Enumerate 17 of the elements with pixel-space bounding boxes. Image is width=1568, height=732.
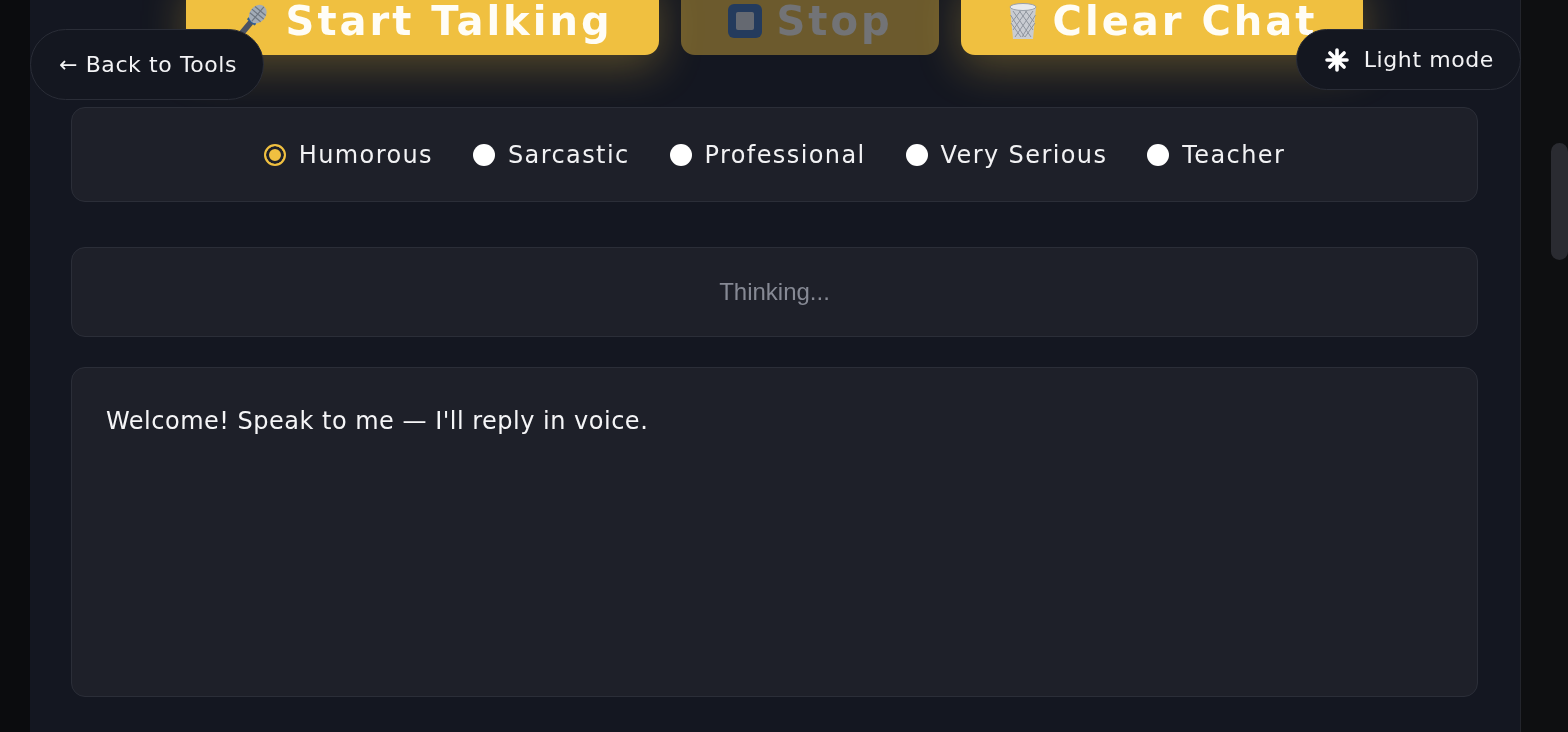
back-to-tools-button[interactable]: ← Back to Tools: [30, 29, 265, 100]
wastebasket-icon: [1006, 0, 1039, 41]
tone-option[interactable]: Sarcastic: [473, 140, 630, 169]
radio-button[interactable]: [263, 143, 286, 166]
scrollbar-thumb[interactable]: [1551, 143, 1568, 260]
radio-button[interactable]: [1147, 143, 1170, 166]
tone-option[interactable]: Very Serious: [905, 140, 1108, 169]
tone-option[interactable]: Humorous: [263, 140, 433, 169]
stop-square-icon: [726, 2, 763, 39]
radio-button[interactable]: [669, 143, 692, 166]
status-text: Thinking...: [719, 278, 830, 306]
chat-message: Welcome! Speak to me — I'll reply in voice.: [106, 406, 650, 437]
asterisk-icon: [1324, 47, 1349, 72]
radio-button[interactable]: [905, 143, 928, 166]
tone-option[interactable]: Teacher: [1147, 140, 1286, 169]
radio-button[interactable]: [473, 143, 495, 166]
tone-option[interactable]: Professional: [669, 140, 866, 169]
